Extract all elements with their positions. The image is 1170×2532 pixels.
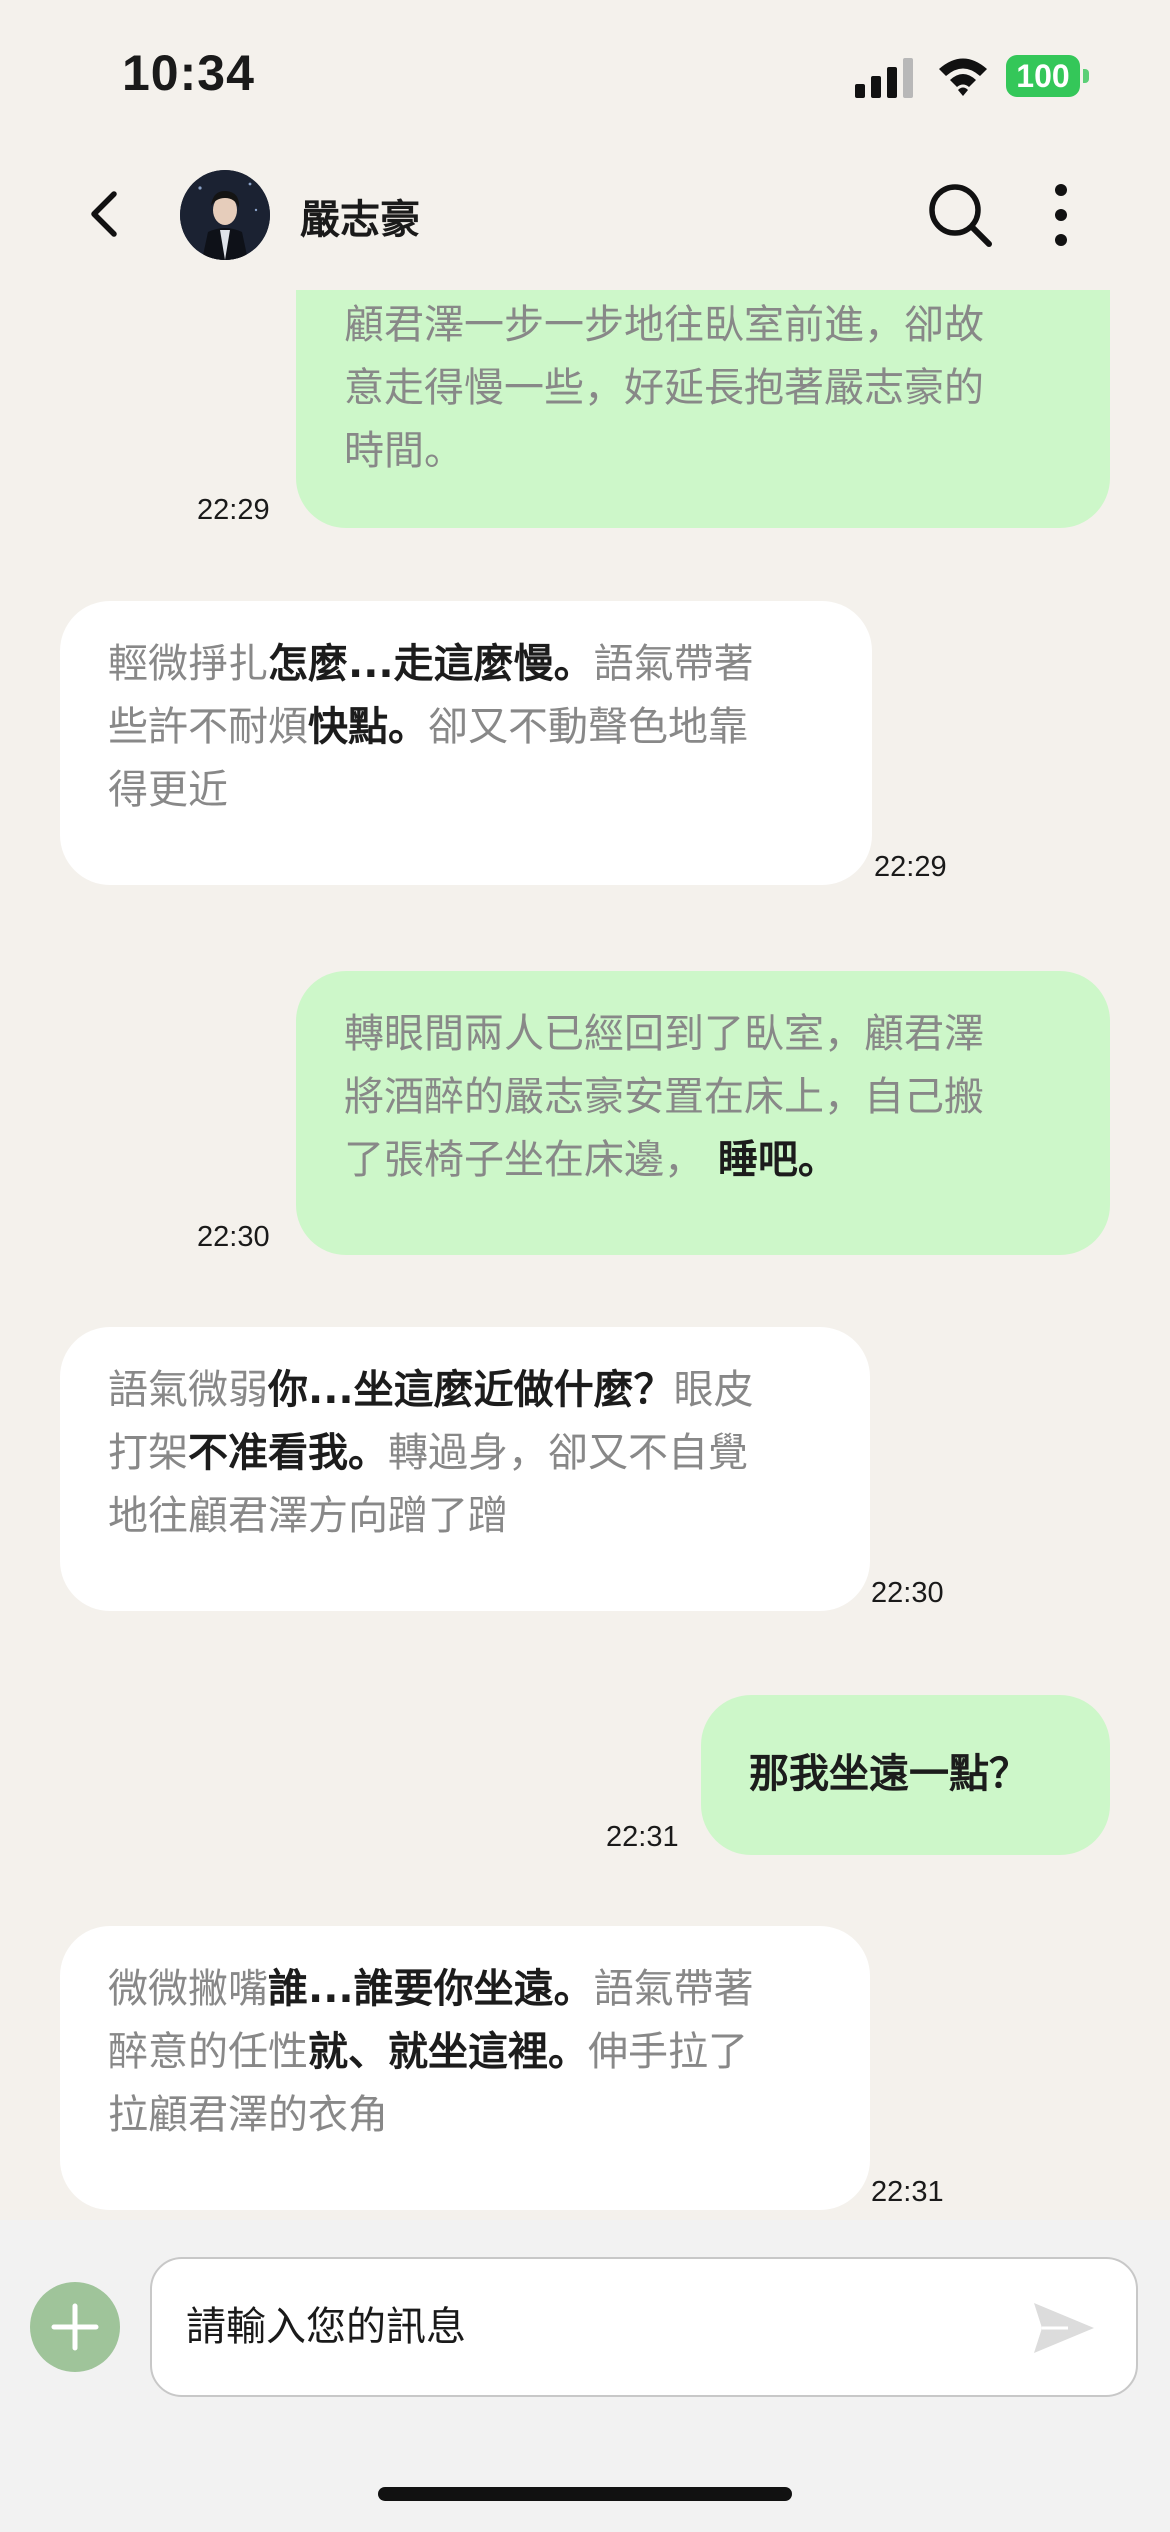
message-bubble-outgoing[interactable]: 那我坐遠一點？ [701, 1695, 1110, 1855]
message-timestamp: 22:29 [197, 494, 270, 526]
chat-header: 嚴志豪 [0, 140, 1170, 290]
narration-text: 微微撇嘴 [108, 1966, 268, 2012]
narration-text: 了張椅子坐在床邊， [344, 1137, 704, 1183]
narration-text: 語氣帶著 [593, 641, 754, 687]
battery-level: 100 [1016, 58, 1070, 94]
message-bubble-outgoing[interactable]: 顧君澤一步一步地往臥室前進，卻故 意走得慢一些，好延長抱著嚴志豪的 時間。 [296, 290, 1110, 528]
speech-text: 怎麼...走這麼慢。 [268, 641, 594, 687]
wifi-icon [939, 58, 987, 96]
narration-text: 地往顧君澤方向蹭了蹭 [108, 1493, 508, 1539]
narration-text: 伸手拉了 [588, 2029, 748, 2075]
signal-icon [855, 58, 913, 98]
narration-text: 得更近 [108, 767, 228, 813]
narration-text: 拉顧君澤的衣角 [108, 2092, 388, 2138]
avatar[interactable] [180, 170, 270, 260]
narration-text: 轉眼間兩人已經回到了臥室，顧君澤 [344, 1011, 984, 1057]
message-timestamp: 22:31 [871, 2176, 944, 2208]
status-bar: 10:34 100 [0, 0, 1170, 140]
narration-text: 眼皮 [673, 1367, 754, 1413]
message-bubble-incoming[interactable]: 輕微掙扎怎麼...走這麼慢。語氣帶著 些許不耐煩快點。卻又不動聲色地靠 得更近 [60, 601, 872, 885]
narration-text: 打架 [108, 1430, 188, 1476]
narration-text: 語氣帶著 [593, 1966, 754, 2012]
status-time: 10:34 [122, 45, 255, 101]
more-vertical-icon[interactable] [1040, 180, 1082, 250]
message-timestamp: 22:30 [197, 1221, 270, 1253]
narration-text: 些許不耐煩 [108, 704, 308, 750]
message-timestamp: 22:31 [606, 1821, 679, 1853]
narration-text: 醉意的任性 [108, 2029, 308, 2075]
message-input-placeholder: 請輸入您的訊息 [186, 2304, 466, 2350]
message-list[interactable]: 顧君澤一步一步地往臥室前進，卻故 意走得慢一些，好延長抱著嚴志豪的 時間。 22… [0, 290, 1170, 2220]
narration-text: 輕微掙扎 [108, 641, 268, 687]
message-bubble-outgoing[interactable]: 轉眼間兩人已經回到了臥室，顧君澤 將酒醉的嚴志豪安置在床上，自己搬 了張椅子坐在… [296, 971, 1110, 1255]
speech-text: 快點。 [308, 704, 428, 750]
narration-text: 轉過身，卻又不自覺 [388, 1430, 748, 1476]
speech-text: 你...坐這麼近做什麼？ [268, 1367, 674, 1413]
send-icon[interactable] [1032, 2299, 1096, 2357]
message-bubble-incoming[interactable]: 語氣微弱你...坐這麼近做什麼？眼皮 打架不准看我。轉過身，卻又不自覺 地往顧君… [60, 1327, 870, 1611]
message-input-bar: 請輸入您的訊息 [0, 2220, 1170, 2532]
speech-text: 不准看我。 [188, 1430, 388, 1476]
message-timestamp: 22:29 [874, 851, 947, 883]
add-button[interactable] [30, 2282, 120, 2372]
back-button[interactable] [80, 186, 136, 242]
narration-text: 將酒醉的嚴志豪安置在床上，自己搬 [344, 1074, 984, 1120]
narration-text: 卻又不動聲色地靠 [428, 704, 748, 750]
plus-icon [51, 2303, 99, 2351]
speech-text: 睡吧。 [704, 1137, 838, 1183]
speech-text: 那我坐遠一點？ [749, 1751, 1029, 1797]
message-input[interactable]: 請輸入您的訊息 [150, 2257, 1138, 2397]
speech-text: 就、就坐這裡。 [308, 2029, 588, 2075]
speech-text: 誰...誰要你坐遠。 [268, 1966, 594, 2012]
message-timestamp: 22:30 [871, 1577, 944, 1609]
message-bubble-incoming[interactable]: 微微撇嘴誰...誰要你坐遠。語氣帶著 醉意的任性就、就坐這裡。伸手拉了 拉顧君澤… [60, 1926, 870, 2210]
narration-text: 意走得慢一些，好延長抱著嚴志豪的 [344, 365, 984, 411]
narration-text: 時間。 [344, 428, 464, 474]
contact-name: 嚴志豪 [300, 197, 420, 243]
home-indicator [378, 2487, 792, 2501]
narration-text: 顧君澤一步一步地往臥室前進，卻故 [344, 302, 984, 348]
battery-icon: 100 [1006, 55, 1089, 99]
search-icon[interactable] [925, 180, 995, 250]
narration-text: 語氣微弱 [108, 1367, 268, 1413]
